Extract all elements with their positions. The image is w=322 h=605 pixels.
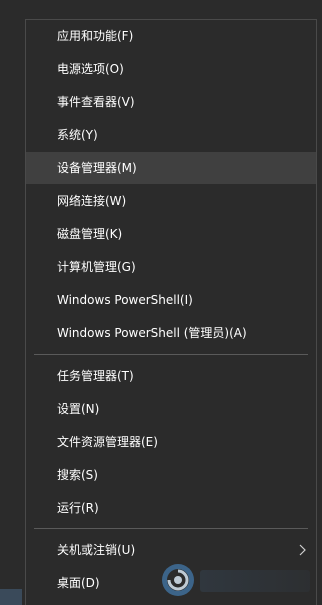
menu-item-label: 文件资源管理器(E) <box>57 435 158 449</box>
menu-item-label: 桌面(D) <box>57 576 100 590</box>
menu-item-label: Windows PowerShell(I) <box>57 293 193 307</box>
menu-item-label: 设置(N) <box>57 402 100 416</box>
menu-item-label: 事件查看器(V) <box>57 95 135 109</box>
menu-item-powershell[interactable]: Windows PowerShell(I) <box>26 284 316 316</box>
menu-item-label: 应用和功能(F) <box>57 29 134 43</box>
menu-item-search[interactable]: 搜索(S) <box>26 459 316 491</box>
taskbar-fragment <box>0 589 22 605</box>
menu-item-powershell-admin[interactable]: Windows PowerShell (管理员)(A) <box>26 317 316 349</box>
menu-item-computer-management[interactable]: 计算机管理(G) <box>26 251 316 283</box>
winx-context-menu: 应用和功能(F) 电源选项(O) 事件查看器(V) 系统(Y) 设备管理器(M)… <box>25 19 317 605</box>
menu-item-settings[interactable]: 设置(N) <box>26 393 316 425</box>
menu-item-label: 设备管理器(M) <box>57 161 137 175</box>
menu-item-device-manager[interactable]: 设备管理器(M) <box>26 152 316 184</box>
swirl-logo-icon <box>160 562 196 598</box>
watermark-overlay <box>200 570 310 592</box>
menu-item-label: 电源选项(O) <box>57 62 124 76</box>
menu-item-apps-and-features[interactable]: 应用和功能(F) <box>26 20 316 52</box>
menu-separator <box>34 528 308 529</box>
menu-item-label: 搜索(S) <box>57 468 98 482</box>
menu-item-power-options[interactable]: 电源选项(O) <box>26 53 316 85</box>
desktop-background-edge <box>0 0 25 605</box>
menu-item-disk-management[interactable]: 磁盘管理(K) <box>26 218 316 250</box>
menu-item-label: 磁盘管理(K) <box>57 227 123 241</box>
menu-item-label: 计算机管理(G) <box>57 260 136 274</box>
menu-item-system[interactable]: 系统(Y) <box>26 119 316 151</box>
menu-item-event-viewer[interactable]: 事件查看器(V) <box>26 86 316 118</box>
menu-item-label: 任务管理器(T) <box>57 369 134 383</box>
menu-item-task-manager[interactable]: 任务管理器(T) <box>26 360 316 392</box>
menu-item-run[interactable]: 运行(R) <box>26 492 316 524</box>
menu-item-file-explorer[interactable]: 文件资源管理器(E) <box>26 426 316 458</box>
menu-item-label: 网络连接(W) <box>57 194 127 208</box>
menu-item-network-connections[interactable]: 网络连接(W) <box>26 185 316 217</box>
menu-item-label: Windows PowerShell (管理员)(A) <box>57 326 247 340</box>
menu-item-label: 关机或注销(U) <box>57 543 136 557</box>
menu-item-label: 运行(R) <box>57 501 99 515</box>
menu-item-label: 系统(Y) <box>57 128 98 142</box>
menu-separator <box>34 354 308 355</box>
